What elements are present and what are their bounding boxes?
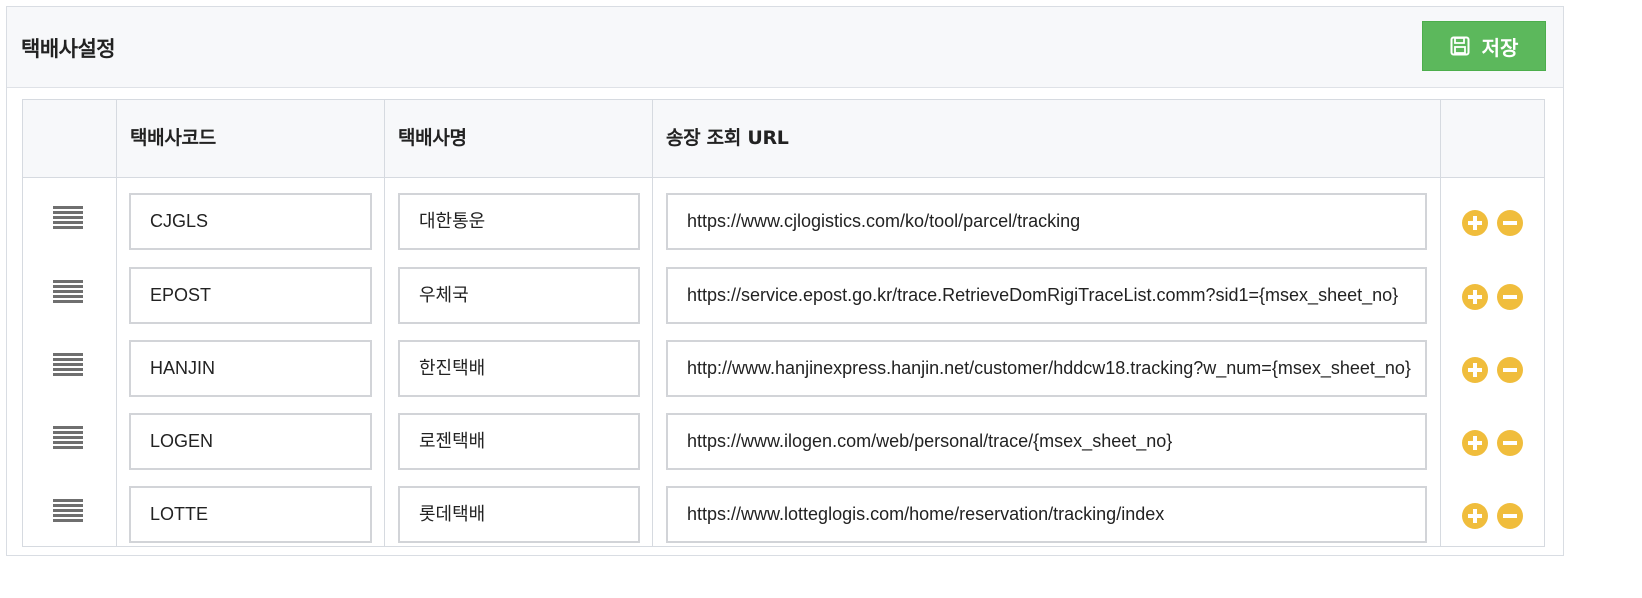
minus-circle-icon[interactable] [1497, 430, 1523, 456]
minus-circle-icon[interactable] [1497, 357, 1523, 383]
plus-circle-icon[interactable] [1462, 430, 1488, 456]
save-button-label: 저장 [1481, 35, 1519, 60]
courier-code-input[interactable]: HANJIN [129, 340, 372, 397]
drag-handle-icon[interactable] [53, 280, 83, 306]
floppy-disk-icon [1450, 36, 1470, 56]
courier-name-input[interactable]: 우체국 [398, 267, 640, 324]
table-row: LOTTE 롯데택배 https://www.lotteglogis.com/h… [23, 479, 1544, 552]
save-button[interactable]: 저장 [1422, 21, 1546, 71]
courier-code-input[interactable]: CJGLS [129, 193, 372, 250]
courier-name-input[interactable]: 한진택배 [398, 340, 640, 397]
plus-circle-icon[interactable] [1462, 357, 1488, 383]
table-header: 택배사코드 택배사명 송장 조회 URL [23, 100, 1544, 178]
tracking-url-input[interactable]: https://www.cjlogistics.com/ko/tool/parc… [666, 193, 1427, 250]
courier-code-input[interactable]: LOGEN [129, 413, 372, 470]
tracking-url-input[interactable]: https://www.lotteglogis.com/home/reserva… [666, 486, 1427, 543]
tracking-url-input[interactable]: http://www.hanjinexpress.hanjin.net/cust… [666, 340, 1427, 397]
courier-code-input[interactable]: LOTTE [129, 486, 372, 543]
plus-circle-icon[interactable] [1462, 284, 1488, 310]
minus-circle-icon[interactable] [1497, 284, 1523, 310]
panel-header: 택배사설정 저장 [7, 7, 1563, 88]
table-row: EPOST 우체국 https://service.epost.go.kr/tr… [23, 260, 1544, 333]
plus-circle-icon[interactable] [1462, 503, 1488, 529]
table-row: LOGEN 로젠택배 https://www.ilogen.com/web/pe… [23, 406, 1544, 479]
table-row: CJGLS 대한통운 https://www.cjlogistics.com/k… [23, 186, 1544, 259]
column-header-url: 송장 조회 URL [666, 127, 789, 149]
courier-code-input[interactable]: EPOST [129, 267, 372, 324]
tracking-url-input[interactable]: https://www.ilogen.com/web/personal/trac… [666, 413, 1427, 470]
column-header-code: 택배사코드 [130, 127, 216, 149]
courier-name-input[interactable]: 로젠택배 [398, 413, 640, 470]
drag-handle-icon[interactable] [53, 426, 83, 452]
courier-table: 택배사코드 택배사명 송장 조회 URL CJGLS 대한통운 https://… [22, 99, 1545, 547]
drag-handle-icon[interactable] [53, 353, 83, 379]
courier-name-input[interactable]: 대한통운 [398, 193, 640, 250]
courier-name-input[interactable]: 롯데택배 [398, 486, 640, 543]
tracking-url-input[interactable]: https://service.epost.go.kr/trace.Retrie… [666, 267, 1427, 324]
drag-handle-icon[interactable] [53, 499, 83, 525]
table-row: HANJIN 한진택배 http://www.hanjinexpress.han… [23, 333, 1544, 406]
drag-handle-icon[interactable] [53, 206, 83, 232]
column-header-handle [23, 100, 116, 177]
minus-circle-icon[interactable] [1497, 503, 1523, 529]
courier-settings-panel: 택배사설정 저장 택배사코드 택배사명 송장 조회 URL CJGLS 대한통운… [6, 6, 1564, 556]
plus-circle-icon[interactable] [1462, 210, 1488, 236]
column-header-name: 택배사명 [398, 127, 467, 149]
minus-circle-icon[interactable] [1497, 210, 1523, 236]
column-header-actions [1440, 100, 1544, 177]
page-title: 택배사설정 [21, 37, 116, 61]
